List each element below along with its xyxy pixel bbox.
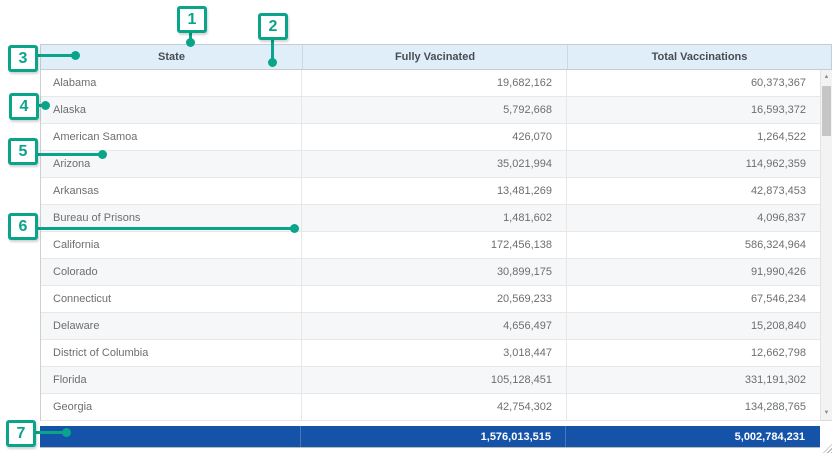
table-row[interactable]: Arizona 35,021,994 114,962,359 <box>41 151 820 178</box>
vertical-scrollbar[interactable]: ▲ ▼ <box>820 70 832 421</box>
fully-vaccinated-cell: 19,682,162 <box>302 70 567 96</box>
callout-3-dot <box>71 51 80 60</box>
fully-vaccinated-cell: 5,792,668 <box>302 97 567 123</box>
callout-4: 4 <box>9 93 39 120</box>
state-cell: Alabama <box>41 70 302 96</box>
fully-vaccinated-cell: 35,021,994 <box>302 151 567 177</box>
table-row[interactable]: California 172,456,138 586,324,964 <box>41 232 820 259</box>
total-vaccinations-cell: 134,288,765 <box>567 394 820 420</box>
scrollbar-divider <box>821 420 832 421</box>
callout-3: 3 <box>8 45 38 72</box>
callout-number: 4 <box>20 98 29 116</box>
total-vaccinations-cell: 42,873,453 <box>567 178 820 204</box>
total-vaccinations-cell: 12,662,798 <box>567 340 820 366</box>
callout-number: 2 <box>269 18 278 36</box>
table-row[interactable]: Colorado 30,899,175 91,990,426 <box>41 259 820 286</box>
callout-6-line <box>34 227 292 230</box>
column-header-fully-vaccinated[interactable]: Fully Vacinated <box>303 45 568 69</box>
callout-5-line <box>34 153 100 156</box>
state-cell: Colorado <box>41 259 302 285</box>
fully-vaccinated-cell: 105,128,451 <box>302 367 567 393</box>
scroll-up-icon[interactable]: ▲ <box>821 71 832 83</box>
total-vaccinations-cell: 16,593,372 <box>567 97 820 123</box>
callout-number: 1 <box>188 11 197 29</box>
callout-5: 5 <box>8 138 38 165</box>
callout-number: 3 <box>19 50 28 68</box>
callout-7-dot <box>62 428 71 437</box>
table-row[interactable]: Delaware 4,656,497 15,208,840 <box>41 313 820 340</box>
state-cell: California <box>41 232 302 258</box>
totals-total-vaccinations-cell: 5,002,784,231 <box>566 426 819 447</box>
table-body: Alabama 19,682,162 60,373,367 Alaska 5,7… <box>40 70 820 421</box>
callout-5-dot <box>98 150 107 159</box>
total-vaccinations-cell: 114,962,359 <box>567 151 820 177</box>
table-row[interactable]: Georgia 42,754,302 134,288,765 <box>41 394 820 421</box>
table-row[interactable]: Florida 105,128,451 331,191,302 <box>41 367 820 394</box>
vaccination-table-screenshot: State Fully Vacinated Total Vaccinations… <box>0 0 833 453</box>
callout-2-dot <box>268 58 277 67</box>
total-vaccinations-cell: 15,208,840 <box>567 313 820 339</box>
callout-4-dot <box>41 101 50 110</box>
total-vaccinations-cell: 60,373,367 <box>567 70 820 96</box>
callout-number: 6 <box>19 218 28 236</box>
callout-number: 7 <box>17 425 26 443</box>
table-bottom-border <box>40 447 820 448</box>
resize-grip-icon[interactable] <box>823 444 832 453</box>
fully-vaccinated-cell: 1,481,602 <box>302 205 567 231</box>
fully-vaccinated-cell: 4,656,497 <box>302 313 567 339</box>
scrollbar-thumb[interactable] <box>822 86 831 136</box>
fully-vaccinated-cell: 13,481,269 <box>302 178 567 204</box>
fully-vaccinated-cell: 42,754,302 <box>302 394 567 420</box>
state-cell: District of Columbia <box>41 340 302 366</box>
state-cell: Georgia <box>41 394 302 420</box>
table-row[interactable]: Connecticut 20,569,233 67,546,234 <box>41 286 820 313</box>
callout-number: 5 <box>19 143 28 161</box>
scroll-down-icon[interactable]: ▼ <box>821 407 832 419</box>
fully-vaccinated-cell: 30,899,175 <box>302 259 567 285</box>
fully-vaccinated-cell: 20,569,233 <box>302 286 567 312</box>
total-vaccinations-cell: 67,546,234 <box>567 286 820 312</box>
fully-vaccinated-cell: 426,070 <box>302 124 567 150</box>
callout-1: 1 <box>177 6 207 33</box>
state-cell: Connecticut <box>41 286 302 312</box>
callout-6-dot <box>290 224 299 233</box>
table-row[interactable]: Alabama 19,682,162 60,373,367 <box>41 70 820 97</box>
table-row[interactable]: American Samoa 426,070 1,264,522 <box>41 124 820 151</box>
callout-1-dot <box>186 38 195 47</box>
fully-vaccinated-cell: 3,018,447 <box>302 340 567 366</box>
state-cell: American Samoa <box>41 124 302 150</box>
table-header-row: State Fully Vacinated Total Vaccinations <box>40 44 832 70</box>
total-vaccinations-cell: 586,324,964 <box>567 232 820 258</box>
total-vaccinations-cell: 1,264,522 <box>567 124 820 150</box>
totals-state-cell <box>40 426 301 447</box>
state-cell: Florida <box>41 367 302 393</box>
fully-vaccinated-cell: 172,456,138 <box>302 232 567 258</box>
totals-row[interactable]: 1,576,013,515 5,002,784,231 <box>40 426 820 447</box>
table-row[interactable]: District of Columbia 3,018,447 12,662,79… <box>41 340 820 367</box>
total-vaccinations-cell: 91,990,426 <box>567 259 820 285</box>
totals-fully-vaccinated-cell: 1,576,013,515 <box>301 426 566 447</box>
callout-7: 7 <box>6 420 36 447</box>
callout-3-line <box>36 54 76 57</box>
state-cell: Delaware <box>41 313 302 339</box>
total-vaccinations-cell: 4,096,837 <box>567 205 820 231</box>
state-cell: Alaska <box>41 97 302 123</box>
callout-6: 6 <box>8 213 38 240</box>
column-header-state[interactable]: State <box>41 45 303 69</box>
callout-2: 2 <box>258 13 288 40</box>
total-vaccinations-cell: 331,191,302 <box>567 367 820 393</box>
state-cell: Arkansas <box>41 178 302 204</box>
table-row[interactable]: Alaska 5,792,668 16,593,372 <box>41 97 820 124</box>
column-header-total-vaccinations[interactable]: Total Vaccinations <box>568 45 831 69</box>
table-row[interactable]: Arkansas 13,481,269 42,873,453 <box>41 178 820 205</box>
